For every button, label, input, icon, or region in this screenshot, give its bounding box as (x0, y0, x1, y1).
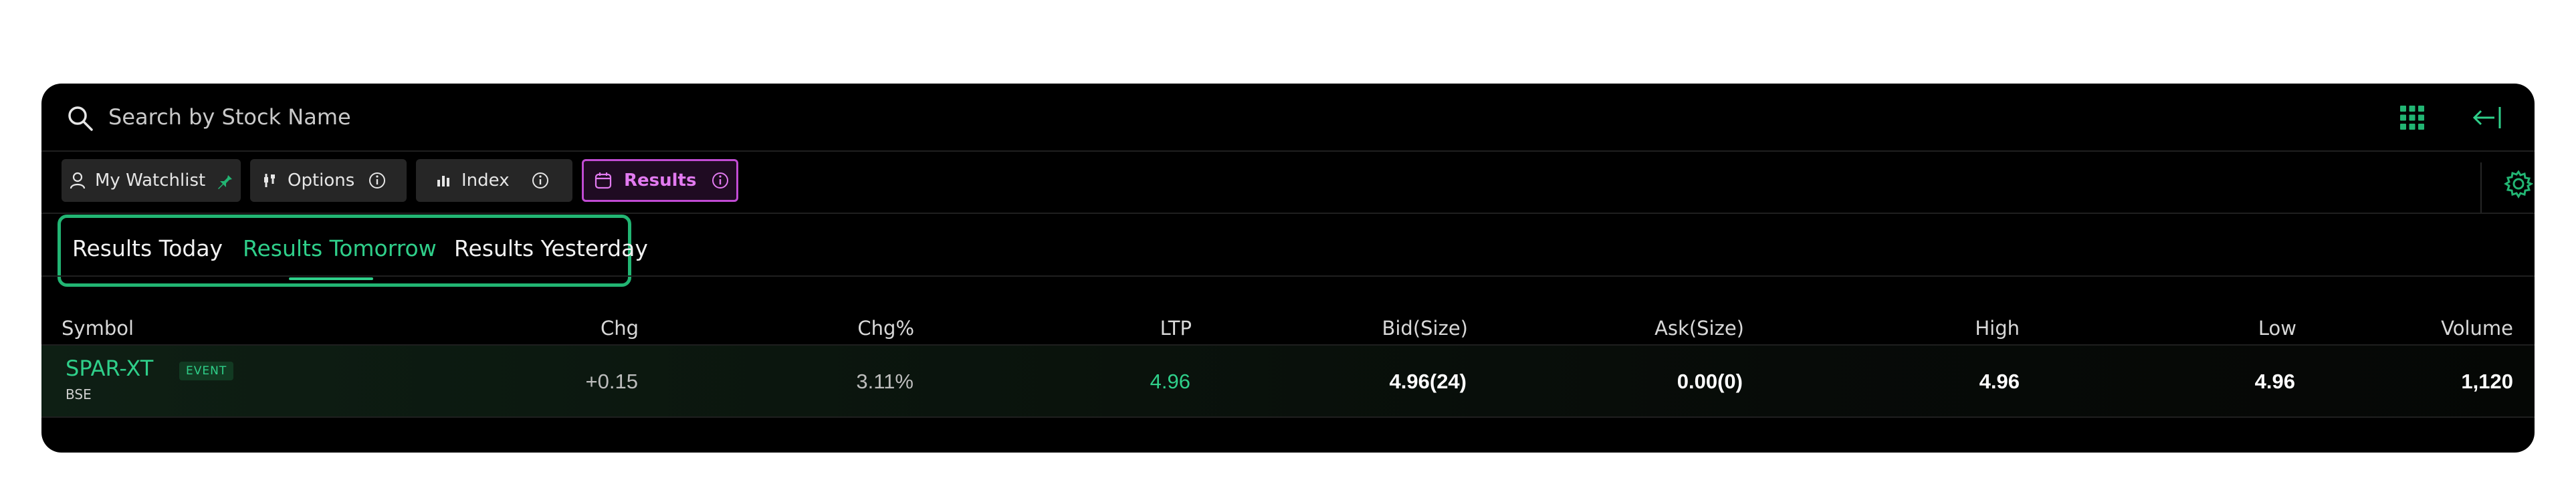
table-row[interactable]: SPAR-XT EVENT BSE +0.15 3.11% 4.96 4.96(… (41, 346, 2535, 416)
row-bid: 4.96(24) (1389, 370, 1467, 393)
collapse-left-icon[interactable] (2470, 104, 2502, 132)
chip-label: Index (461, 170, 510, 191)
row-ask: 0.00(0) (1677, 370, 1743, 393)
calendar-icon (595, 172, 612, 189)
chip-results[interactable]: Results (582, 159, 738, 202)
search-bar[interactable]: Search by Stock Name (41, 84, 2535, 150)
row-high: 4.96 (1979, 370, 2020, 393)
grid-icon[interactable] (2399, 104, 2426, 131)
event-badge: EVENT (179, 362, 234, 380)
row-chg-pct: 3.11% (856, 370, 914, 393)
row-volume: 1,120 (2461, 370, 2513, 393)
column-header-high[interactable]: High (1975, 315, 2020, 342)
divider (41, 213, 2535, 214)
column-header-ltp[interactable]: LTP (1160, 315, 1192, 342)
chip-options[interactable]: Options (250, 159, 407, 202)
divider (41, 275, 2535, 277)
row-low: 4.96 (2254, 370, 2295, 393)
info-icon[interactable] (368, 171, 387, 190)
column-header-chg-pct[interactable]: Chg% (857, 315, 914, 342)
column-header-chg[interactable]: Chg (601, 315, 639, 342)
divider (41, 416, 2535, 418)
chip-my-watchlist[interactable]: My Watchlist (62, 159, 241, 202)
divider (41, 150, 2535, 152)
info-icon[interactable] (711, 171, 730, 190)
row-symbol[interactable]: SPAR-XT (66, 354, 153, 383)
market-panel: Search by Stock Name My Watchlist Option… (41, 84, 2535, 453)
column-header-ask[interactable]: Ask(Size) (1654, 315, 1744, 342)
tab-results-yesterday[interactable]: Results Yesterday (454, 233, 648, 265)
column-header-low[interactable]: Low (2258, 315, 2296, 342)
tab-results-tomorrow[interactable]: Results Tomorrow (243, 233, 437, 265)
gear-icon[interactable] (2504, 169, 2533, 199)
info-icon[interactable] (531, 171, 550, 190)
options-icon (264, 174, 275, 187)
search-input[interactable]: Search by Stock Name (108, 101, 351, 133)
pin-icon[interactable] (216, 171, 233, 190)
column-header-volume[interactable]: Volume (2441, 315, 2513, 342)
category-chips: My Watchlist Options Index Results (41, 159, 2535, 206)
column-header-symbol[interactable]: Symbol (62, 315, 134, 342)
chip-label: My Watchlist (95, 170, 206, 191)
chip-label: Options (288, 170, 355, 191)
chip-index[interactable]: Index (416, 159, 572, 202)
active-tab-indicator (289, 277, 373, 280)
user-icon (70, 172, 86, 189)
chip-divider (2480, 162, 2482, 213)
row-ltp: 4.96 (1150, 370, 1190, 393)
row-exchange: BSE (66, 386, 92, 402)
chip-label: Results (624, 170, 697, 191)
tab-results-today[interactable]: Results Today (72, 233, 223, 265)
column-header-bid[interactable]: Bid(Size) (1382, 315, 1468, 342)
index-icon (437, 176, 449, 187)
search-icon (68, 106, 93, 131)
row-chg: +0.15 (585, 370, 638, 393)
